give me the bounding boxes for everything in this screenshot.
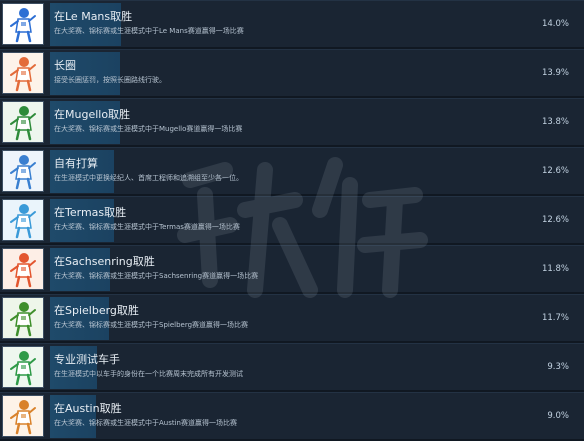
achievement-description: 在大奖赛、锦标赛或生涯模式中于Mugello赛道赢得一场比赛 — [54, 125, 243, 133]
achievement-title: 在Termas取胜 — [54, 206, 127, 219]
rider-icon — [3, 53, 43, 93]
achievement-thumbnail — [2, 395, 44, 437]
unlock-percentage: 9.0% — [547, 411, 569, 421]
rider-trophy-icon — [3, 396, 43, 436]
achievement-row[interactable]: 在Austin取胜在大奖赛、锦标赛或生涯模式中于Austin赛道赢得一场比赛 9.… — [0, 392, 584, 439]
achievement-title: 专业测试车手 — [54, 353, 120, 366]
unlock-percentage: 13.9% — [541, 68, 569, 78]
achievement-thumbnail — [2, 297, 44, 339]
achievement-description: 在大奖赛、锦标赛或生涯模式中于Termas赛道赢得一场比赛 — [54, 223, 240, 231]
achievement-description: 在大奖赛、锦标赛或生涯模式中于Austin赛道赢得一场比赛 — [54, 419, 237, 427]
achievement-thumbnail — [2, 199, 44, 241]
achievement-thumbnail — [2, 150, 44, 192]
achievement-description: 在大奖赛、锦标赛或生涯模式中于Le Mans赛道赢得一场比赛 — [54, 27, 244, 35]
unlock-percentage: 12.6% — [541, 215, 569, 225]
rider-icon — [3, 347, 43, 387]
achievement-row[interactable]: 长圈接受长圈惩罚，按照长圈路线行驶。 13.9% — [0, 49, 584, 96]
rider-trophy-icon — [3, 200, 43, 240]
achievement-row[interactable]: 在Termas取胜在大奖赛、锦标赛或生涯模式中于Termas赛道赢得一场比赛 12… — [0, 196, 584, 243]
achievement-title: 在Sachsenring取胜 — [54, 255, 155, 268]
achievement-description: 在生涯模式中以车手的身份在一个比赛周末完成所有开发测试 — [54, 370, 243, 378]
unlock-percentage: 12.6% — [541, 166, 569, 176]
unlock-percentage: 11.8% — [541, 264, 569, 274]
achievement-description: 在生涯模式中更换经纪人、首席工程师和追溯组至少各一位。 — [54, 174, 243, 182]
achievement-title: 长圈 — [54, 59, 76, 72]
rider-trophy-icon — [3, 298, 43, 338]
achievement-description: 接受长圈惩罚，按照长圈路线行驶。 — [54, 76, 166, 84]
achievement-title: 在Le Mans取胜 — [54, 10, 133, 23]
rider-trophy-icon — [3, 249, 43, 289]
achievement-title: 在Spielberg取胜 — [54, 304, 139, 317]
rider-icon — [3, 151, 43, 191]
achievement-row[interactable]: 在Le Mans取胜在大奖赛、锦标赛或生涯模式中于Le Mans赛道赢得一场比赛… — [0, 0, 584, 47]
achievement-row[interactable]: 在Spielberg取胜在大奖赛、锦标赛或生涯模式中于Spielberg赛道赢得… — [0, 294, 584, 341]
achievement-title: 在Mugello取胜 — [54, 108, 131, 121]
achievement-description: 在大奖赛、锦标赛或生涯模式中于Spielberg赛道赢得一场比赛 — [54, 321, 249, 329]
rider-trophy-icon — [3, 102, 43, 142]
achievement-row[interactable]: 自有打算在生涯模式中更换经纪人、首席工程师和追溯组至少各一位。 12.6% — [0, 147, 584, 194]
achievement-description: 在大奖赛、锦标赛或生涯模式中于Sachsenring赛道赢得一场比赛 — [54, 272, 259, 280]
unlock-percentage: 9.3% — [547, 362, 569, 372]
achievement-title: 自有打算 — [54, 157, 98, 170]
achievement-thumbnail — [2, 101, 44, 143]
achievement-row[interactable]: 在Mugello取胜在大奖赛、锦标赛或生涯模式中于Mugello赛道赢得一场比赛… — [0, 98, 584, 145]
rider-trophy-icon — [3, 4, 43, 44]
achievement-row[interactable]: 在Sachsenring取胜在大奖赛、锦标赛或生涯模式中于Sachsenring… — [0, 245, 584, 292]
unlock-percentage: 13.8% — [541, 117, 569, 127]
achievement-title: 在Austin取胜 — [54, 402, 122, 415]
unlock-percentage: 14.0% — [541, 19, 569, 29]
achievement-thumbnail — [2, 346, 44, 388]
unlock-percentage: 11.7% — [541, 313, 569, 323]
achievement-thumbnail — [2, 248, 44, 290]
achievement-row[interactable]: 专业测试车手在生涯模式中以车手的身份在一个比赛周末完成所有开发测试 9.3% — [0, 343, 584, 390]
achievement-thumbnail — [2, 52, 44, 94]
achievement-thumbnail — [2, 3, 44, 45]
